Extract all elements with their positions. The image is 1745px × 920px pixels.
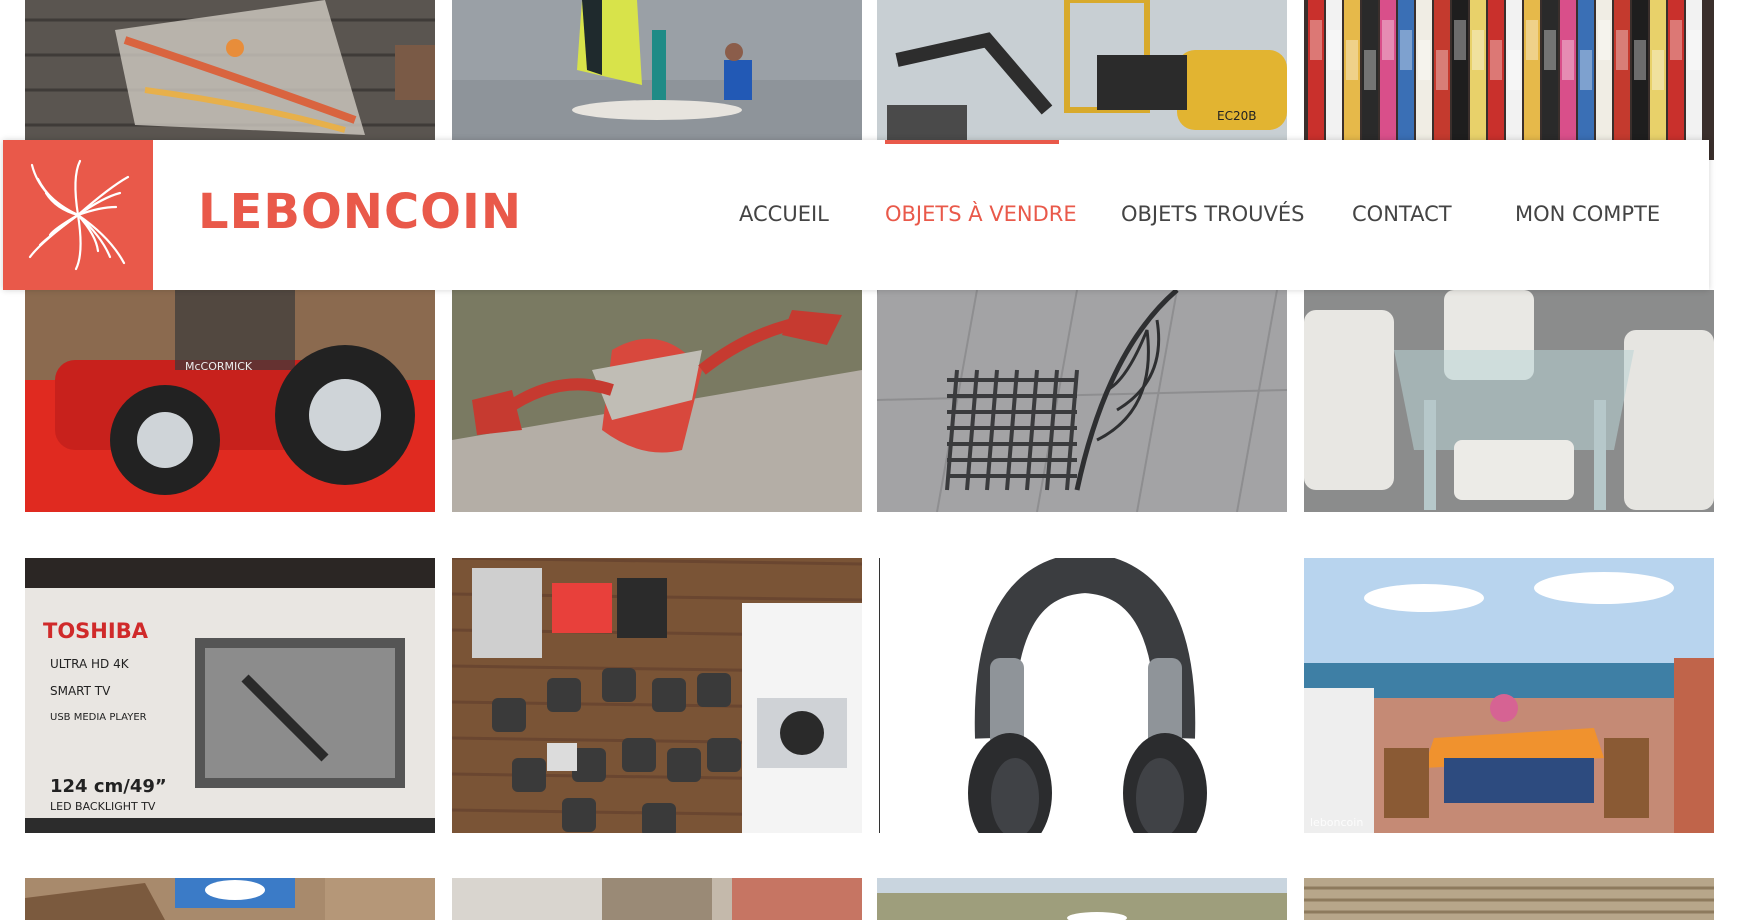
beach-path-image xyxy=(877,878,1287,920)
nav-item-accueil[interactable]: ACCUEIL xyxy=(739,202,829,226)
svg-text:USB MEDIA PLAYER: USB MEDIA PLAYER xyxy=(50,712,147,723)
svg-text:McCORMICK: McCORMICK xyxy=(185,360,253,373)
tile-divider xyxy=(879,558,880,833)
village-street-image xyxy=(452,878,862,920)
site-header: LEBONCOIN ACCUEIL OBJETS À VENDRE OBJETS… xyxy=(3,140,1709,290)
product-tile-windsurf-sail[interactable] xyxy=(25,0,435,140)
wooden-fence-image xyxy=(1304,878,1714,920)
stone-houses-image xyxy=(25,878,435,920)
product-tile-action-camera-kit[interactable] xyxy=(452,558,862,833)
product-tile-wooden-fence[interactable] xyxy=(1304,878,1714,920)
windsurf-sail-image xyxy=(25,0,435,140)
watermark-caption: leboncoin xyxy=(1310,816,1364,829)
mini-excavator-image: EC20B xyxy=(877,0,1287,140)
product-tile-wrought-iron-chair[interactable] xyxy=(877,290,1287,512)
sea-view-terrace-image xyxy=(1304,558,1714,833)
product-tile-sea-view-terrace[interactable]: leboncoin xyxy=(1304,558,1714,833)
windsurf-lesson-image xyxy=(452,0,862,140)
svg-text:EC20B: EC20B xyxy=(1217,109,1256,123)
product-tile-toy-tractor[interactable]: McCORMICK xyxy=(25,290,435,512)
manga-books-image xyxy=(1304,0,1714,160)
product-tile-beach-path[interactable] xyxy=(877,878,1287,920)
svg-text:124 cm/49”: 124 cm/49” xyxy=(50,776,167,797)
product-tile-mini-excavator[interactable]: EC20B xyxy=(877,0,1287,140)
toshiba-tv-box-image: TOSHIBA ULTRA HD 4K SMART TV USB MEDIA P… xyxy=(25,558,435,833)
glass-dining-table-image xyxy=(1304,290,1714,512)
nav-item-objets-a-vendre[interactable]: OBJETS À VENDRE xyxy=(885,202,1077,226)
product-tile-toshiba-tv-box[interactable]: TOSHIBA ULTRA HD 4K SMART TV USB MEDIA P… xyxy=(25,558,435,833)
active-nav-indicator xyxy=(885,140,1059,144)
nav-item-objets-trouves[interactable]: OBJETS TROUVÉS xyxy=(1121,202,1305,226)
product-tile-glass-dining-table[interactable] xyxy=(1304,290,1714,512)
product-tile-windsurf-lesson[interactable] xyxy=(452,0,862,140)
product-tile-stone-houses[interactable] xyxy=(25,878,435,920)
product-tile-headphones[interactable] xyxy=(880,558,1290,833)
svg-text:ULTRA HD 4K: ULTRA HD 4K xyxy=(50,657,130,671)
nav-item-contact[interactable]: CONTACT xyxy=(1352,202,1452,226)
product-tile-red-garden-sculpture[interactable] xyxy=(452,290,862,512)
brand-name[interactable]: LEBONCOIN xyxy=(198,184,522,240)
svg-text:LED BACKLIGHT TV: LED BACKLIGHT TV xyxy=(50,800,156,813)
logo-tile[interactable] xyxy=(3,140,153,290)
product-tile-manga-books[interactable] xyxy=(1304,0,1714,160)
toy-tractor-image: McCORMICK xyxy=(25,290,435,512)
action-camera-kit-image xyxy=(452,558,862,833)
product-tile-village-street[interactable] xyxy=(452,878,862,920)
red-garden-sculpture-image xyxy=(452,290,862,512)
product-gallery: EC20B McCORMICK TOSHIBA ULTRA HD 4K SMAR… xyxy=(0,0,1745,920)
headphones-image xyxy=(880,558,1290,833)
svg-text:TOSHIBA: TOSHIBA xyxy=(43,619,149,643)
wrought-iron-chair-image xyxy=(877,290,1287,512)
nav-item-mon-compte[interactable]: MON COMPTE xyxy=(1515,202,1660,226)
sunburst-logo-icon xyxy=(28,159,130,271)
svg-text:SMART TV: SMART TV xyxy=(50,684,111,698)
